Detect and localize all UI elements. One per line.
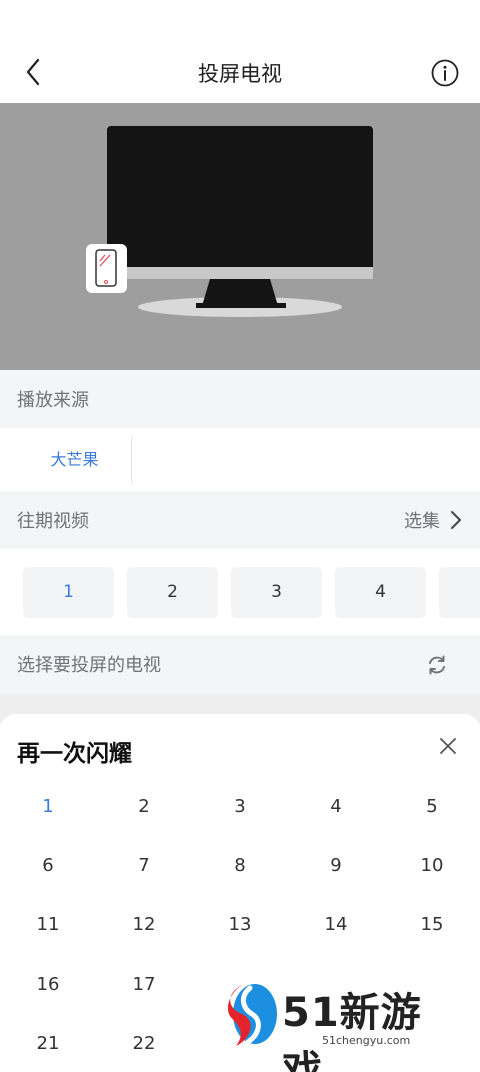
episode-number[interactable]: 12	[114, 914, 174, 935]
sheet-title: 再一次闪耀	[17, 741, 132, 767]
select-episode-link[interactable]: 选集	[404, 507, 440, 533]
tv-illustration	[86, 126, 373, 317]
episode-chip[interactable]: 2	[127, 567, 218, 618]
tv-preview	[0, 103, 480, 370]
episode-chip[interactable]: 4	[335, 567, 426, 618]
episode-chip[interactable]: 3	[231, 567, 322, 618]
source-list: 大芒果	[0, 429, 480, 491]
episode-number[interactable]: 8	[210, 855, 270, 876]
watermark-subtext: 51chengyu.com	[322, 1034, 411, 1047]
episode-number[interactable]: 5	[402, 796, 462, 817]
episodes-section-header: 往期视频 选集	[0, 491, 480, 549]
episode-number[interactable]: 6	[18, 855, 78, 876]
watermark-text: 51新游戏	[282, 990, 422, 1072]
episode-number[interactable]: 15	[402, 914, 462, 935]
episodes-section-label: 往期视频	[17, 511, 89, 532]
episode-number[interactable]: 16	[18, 974, 78, 995]
tv-section-header: 选择要投屏的电视	[0, 635, 480, 694]
episode-chip-partial[interactable]	[439, 567, 480, 618]
episode-number[interactable]: 2	[114, 796, 174, 817]
top-bar: 投屏电视	[0, 0, 480, 103]
episode-number[interactable]: 10	[402, 855, 462, 876]
source-section-header: 播放来源	[0, 370, 480, 428]
phone-icon	[86, 244, 127, 293]
episode-number[interactable]: 21	[18, 1033, 78, 1054]
episode-number[interactable]: 17	[114, 974, 174, 995]
episode-number[interactable]: 1	[18, 796, 78, 817]
refresh-icon[interactable]	[426, 654, 448, 676]
page-title: 投屏电视	[198, 62, 282, 86]
episode-number[interactable]: 11	[18, 914, 78, 935]
episode-chip[interactable]: 1	[23, 567, 114, 618]
source-tab[interactable]: 大芒果	[18, 437, 132, 483]
chevron-right-icon[interactable]	[448, 509, 464, 531]
watermark: 51新游戏 51chengyu.com	[218, 978, 458, 1072]
info-circle-icon[interactable]	[430, 58, 460, 88]
watermark-logo-icon	[227, 984, 277, 1046]
episode-chip-row: 1 2 3 4	[0, 550, 480, 635]
source-section-label: 播放来源	[17, 390, 89, 411]
episode-number[interactable]: 4	[306, 796, 366, 817]
episode-number[interactable]: 3	[210, 796, 270, 817]
episode-number[interactable]: 7	[114, 855, 174, 876]
episode-number[interactable]: 13	[210, 914, 270, 935]
episode-number[interactable]: 14	[306, 914, 366, 935]
episode-number[interactable]: 22	[114, 1033, 174, 1054]
tv-section-label: 选择要投屏的电视	[17, 655, 161, 676]
episode-number[interactable]: 9	[306, 855, 366, 876]
close-icon[interactable]	[436, 734, 460, 758]
